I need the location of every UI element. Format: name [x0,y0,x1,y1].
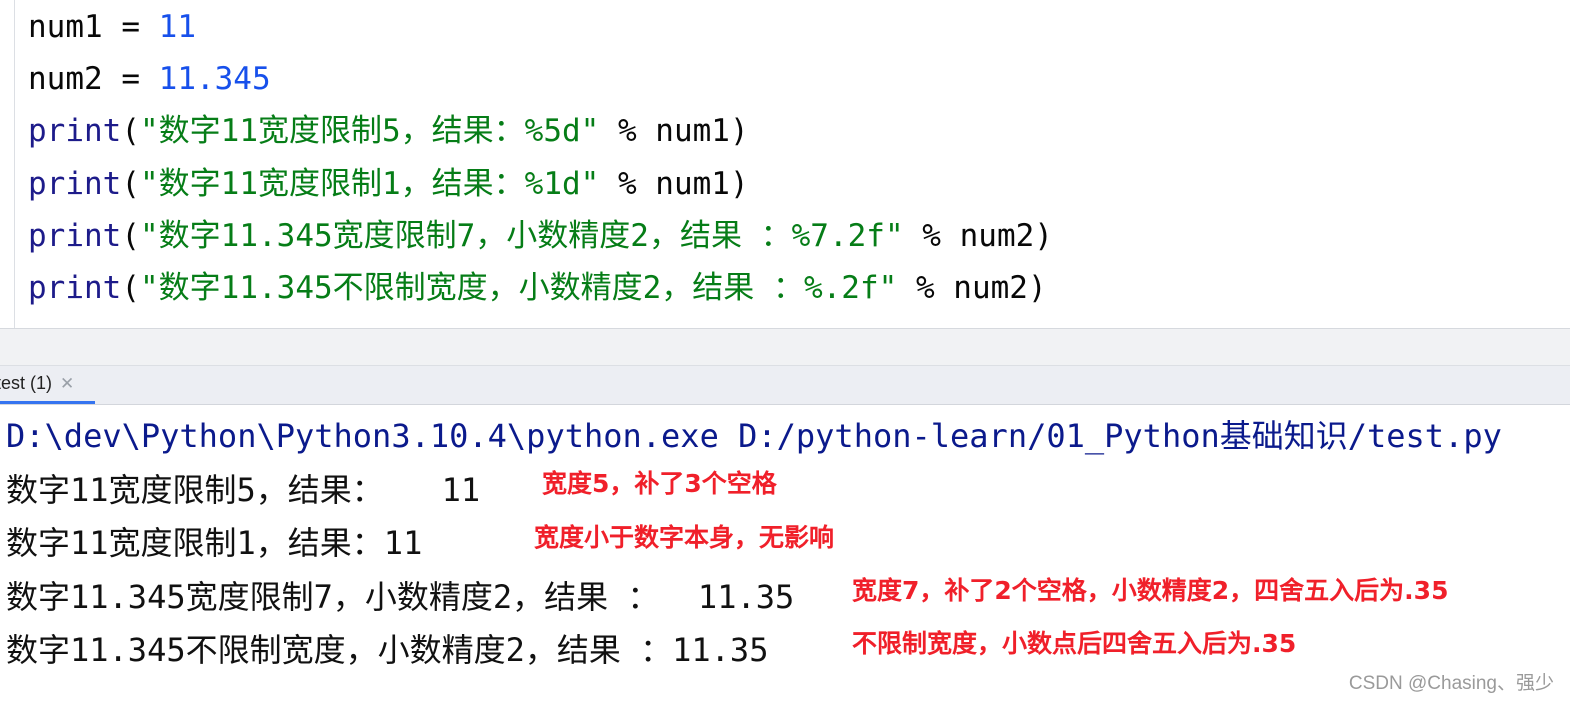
annotation-note: 不限制宽度，小数点后四舍五入后为.35 [852,629,1297,658]
code-line-1[interactable]: num1 = 11 [28,7,196,47]
code-token: print [28,270,122,306]
code-token: "数字11宽度限制5，结果：%5d" [140,113,600,149]
editor-status-strip [0,329,1570,366]
console-output-line: 数字11宽度限制1，结果：11 [6,524,423,562]
code-token: % num1) [599,166,749,202]
console-output-line: 数字11.345宽度限制7，小数精度2，结果 ： 11.35 [6,578,795,616]
annotation-note: 宽度小于数字本身，无影响 [534,523,835,552]
code-token: 11 [158,9,196,45]
code-token: % num1) [599,113,749,149]
code-token: print [28,218,122,254]
code-line-5[interactable]: print("数字11.345宽度限制7，小数精度2，结果 ：%7.2f" % … [28,216,1053,256]
code-line-4[interactable]: print("数字11宽度限制1，结果：%1d" % num1) [28,164,749,204]
code-token: ( [121,218,140,254]
watermark: CSDN @Chasing、强少 [1348,673,1554,694]
code-token: num1 = [28,9,159,45]
code-token: 11.345 [158,61,271,97]
code-token: % num2) [903,218,1053,254]
annotation-note: 宽度7，补了2个空格，小数精度2，四舍五入后为.35 [852,576,1449,605]
code-line-6[interactable]: print("数字11.345不限制宽度，小数精度2，结果 ：%.2f" % n… [28,268,1047,308]
code-token: print [28,113,122,149]
code-token: ( [121,166,140,202]
code-token: % num2) [897,270,1047,306]
run-console[interactable]: D:\dev\Python\Python3.10.4\python.exe D:… [0,405,1570,703]
code-token: ( [121,270,140,306]
run-tab-test[interactable]: test (1) ✕ [0,366,95,404]
close-icon[interactable]: ✕ [60,374,74,394]
code-token: "数字11宽度限制1，结果：%1d" [140,166,600,202]
code-editor[interactable]: num1 = 11 num2 = 11.345 print("数字11宽度限制5，结… [0,0,1570,329]
code-token: print [28,166,122,202]
code-line-3[interactable]: print("数字11宽度限制5，结果：%5d" % num1) [28,111,749,151]
code-token: "数字11.345不限制宽度，小数精度2，结果 ：%.2f" [140,270,898,306]
console-output-line: 数字11.345不限制宽度，小数精度2，结果 ：11.35 [6,631,769,669]
code-line-2[interactable]: num2 = 11.345 [28,59,271,99]
code-token: num2 = [28,61,159,97]
code-token: ( [121,113,140,149]
code-token: "数字11.345宽度限制7，小数精度2，结果 ：%7.2f" [140,218,904,254]
console-command-line: D:\dev\Python\Python3.10.4\python.exe D:… [6,417,1502,455]
annotation-note: 宽度5，补了3个空格 [542,469,777,498]
run-tab-label: test (1) [0,373,53,393]
console-output-line: 数字11宽度限制5，结果： 11 [6,471,481,509]
run-tool-window-tabbar: test (1) ✕ [0,366,1570,405]
editor-gutter [0,0,15,328]
